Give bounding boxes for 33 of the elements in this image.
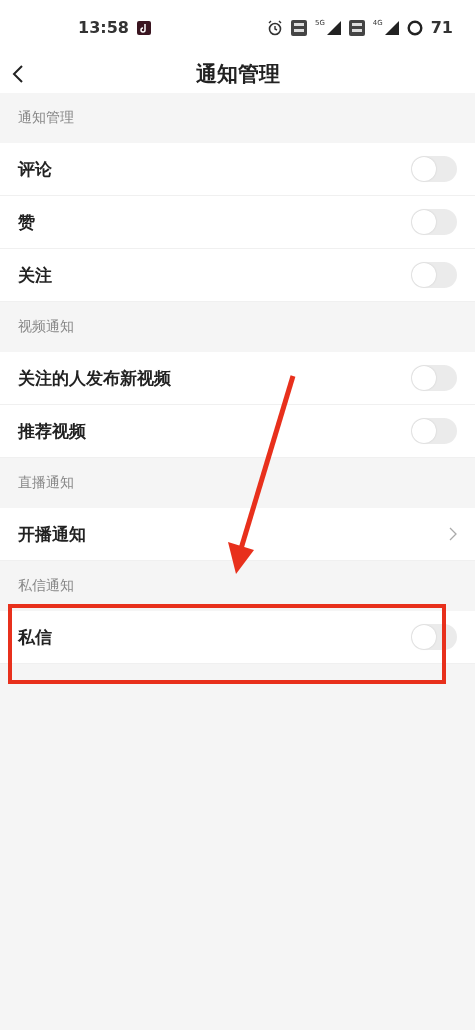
page-title: 通知管理 xyxy=(195,61,280,88)
row-label: 关注的人发布新视频 xyxy=(18,366,172,390)
section-title: 私信通知 xyxy=(17,576,75,595)
toggle-switch[interactable] xyxy=(411,418,457,444)
toggle-switch[interactable] xyxy=(411,365,457,391)
status-time: 13:58 xyxy=(78,18,129,37)
row-label: 关注 xyxy=(18,263,53,287)
chevron-icon xyxy=(449,527,457,541)
section-title: 通知管理 xyxy=(17,108,75,127)
signal-icon xyxy=(384,20,399,35)
row-label: 推荐视频 xyxy=(18,419,87,443)
settings-row[interactable]: 评论 xyxy=(0,143,475,196)
settings-row[interactable]: 推荐视频 xyxy=(0,405,475,458)
toggle-switch[interactable] xyxy=(411,262,457,288)
battery-icon xyxy=(406,19,423,36)
toggle-switch[interactable] xyxy=(411,624,457,650)
row-label: 评论 xyxy=(18,157,53,181)
settings-row[interactable]: 关注 xyxy=(0,249,475,302)
row-label: 私信 xyxy=(18,625,53,649)
toggle-switch[interactable] xyxy=(411,156,457,182)
settings-row[interactable]: 赞 xyxy=(0,196,475,249)
settings-row[interactable]: 私信 xyxy=(0,611,475,664)
toggle-switch[interactable] xyxy=(411,209,457,235)
row-label: 开播通知 xyxy=(18,522,87,546)
app-icon xyxy=(136,20,151,35)
section-title: 视频通知 xyxy=(17,317,75,336)
row-label: 赞 xyxy=(18,210,36,234)
settings-row[interactable]: 开播通知 xyxy=(0,508,475,561)
signal-icon xyxy=(326,20,341,35)
section-title: 直播通知 xyxy=(17,473,75,492)
alarm-icon xyxy=(266,19,283,36)
settings-row[interactable]: 关注的人发布新视频 xyxy=(0,352,475,405)
battery-level: 71 xyxy=(430,18,453,37)
